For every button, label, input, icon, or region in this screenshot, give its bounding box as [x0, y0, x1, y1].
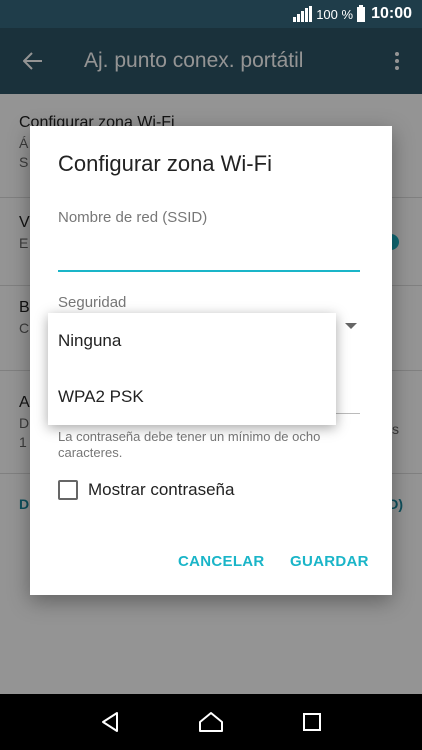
password-hint: La contraseña debe tener un mínimo de oc… — [58, 429, 321, 460]
security-dropdown-menu: Ninguna WPA2 PSK — [48, 313, 336, 425]
back-triangle-icon[interactable] — [90, 702, 130, 742]
home-icon[interactable] — [191, 702, 231, 742]
nav-bar — [0, 694, 422, 750]
battery-icon — [357, 4, 366, 22]
show-password-checkbox[interactable] — [58, 480, 78, 500]
show-password-label: Mostrar contraseña — [88, 480, 235, 499]
dialog-title: Configurar zona Wi-Fi — [58, 151, 272, 176]
battery-percent: 100 % — [316, 6, 354, 22]
security-option-none[interactable]: Ninguna — [48, 313, 336, 369]
signal-icon — [293, 6, 313, 22]
save-button[interactable]: GUARDAR — [290, 553, 369, 570]
security-label: Seguridad — [58, 294, 127, 311]
clock: 10:00 — [371, 5, 412, 22]
show-password-row[interactable]: Mostrar contraseña — [58, 480, 234, 500]
dropdown-arrow-icon[interactable] — [345, 323, 357, 329]
recents-icon[interactable] — [292, 702, 332, 742]
ssid-label: Nombre de red (SSID) — [58, 209, 208, 226]
security-option-wpa2[interactable]: WPA2 PSK — [48, 369, 336, 425]
status-bar: 100 % 10:00 — [0, 0, 422, 28]
ssid-input[interactable] — [58, 236, 360, 272]
cancel-button[interactable]: CANCELAR — [178, 553, 265, 570]
